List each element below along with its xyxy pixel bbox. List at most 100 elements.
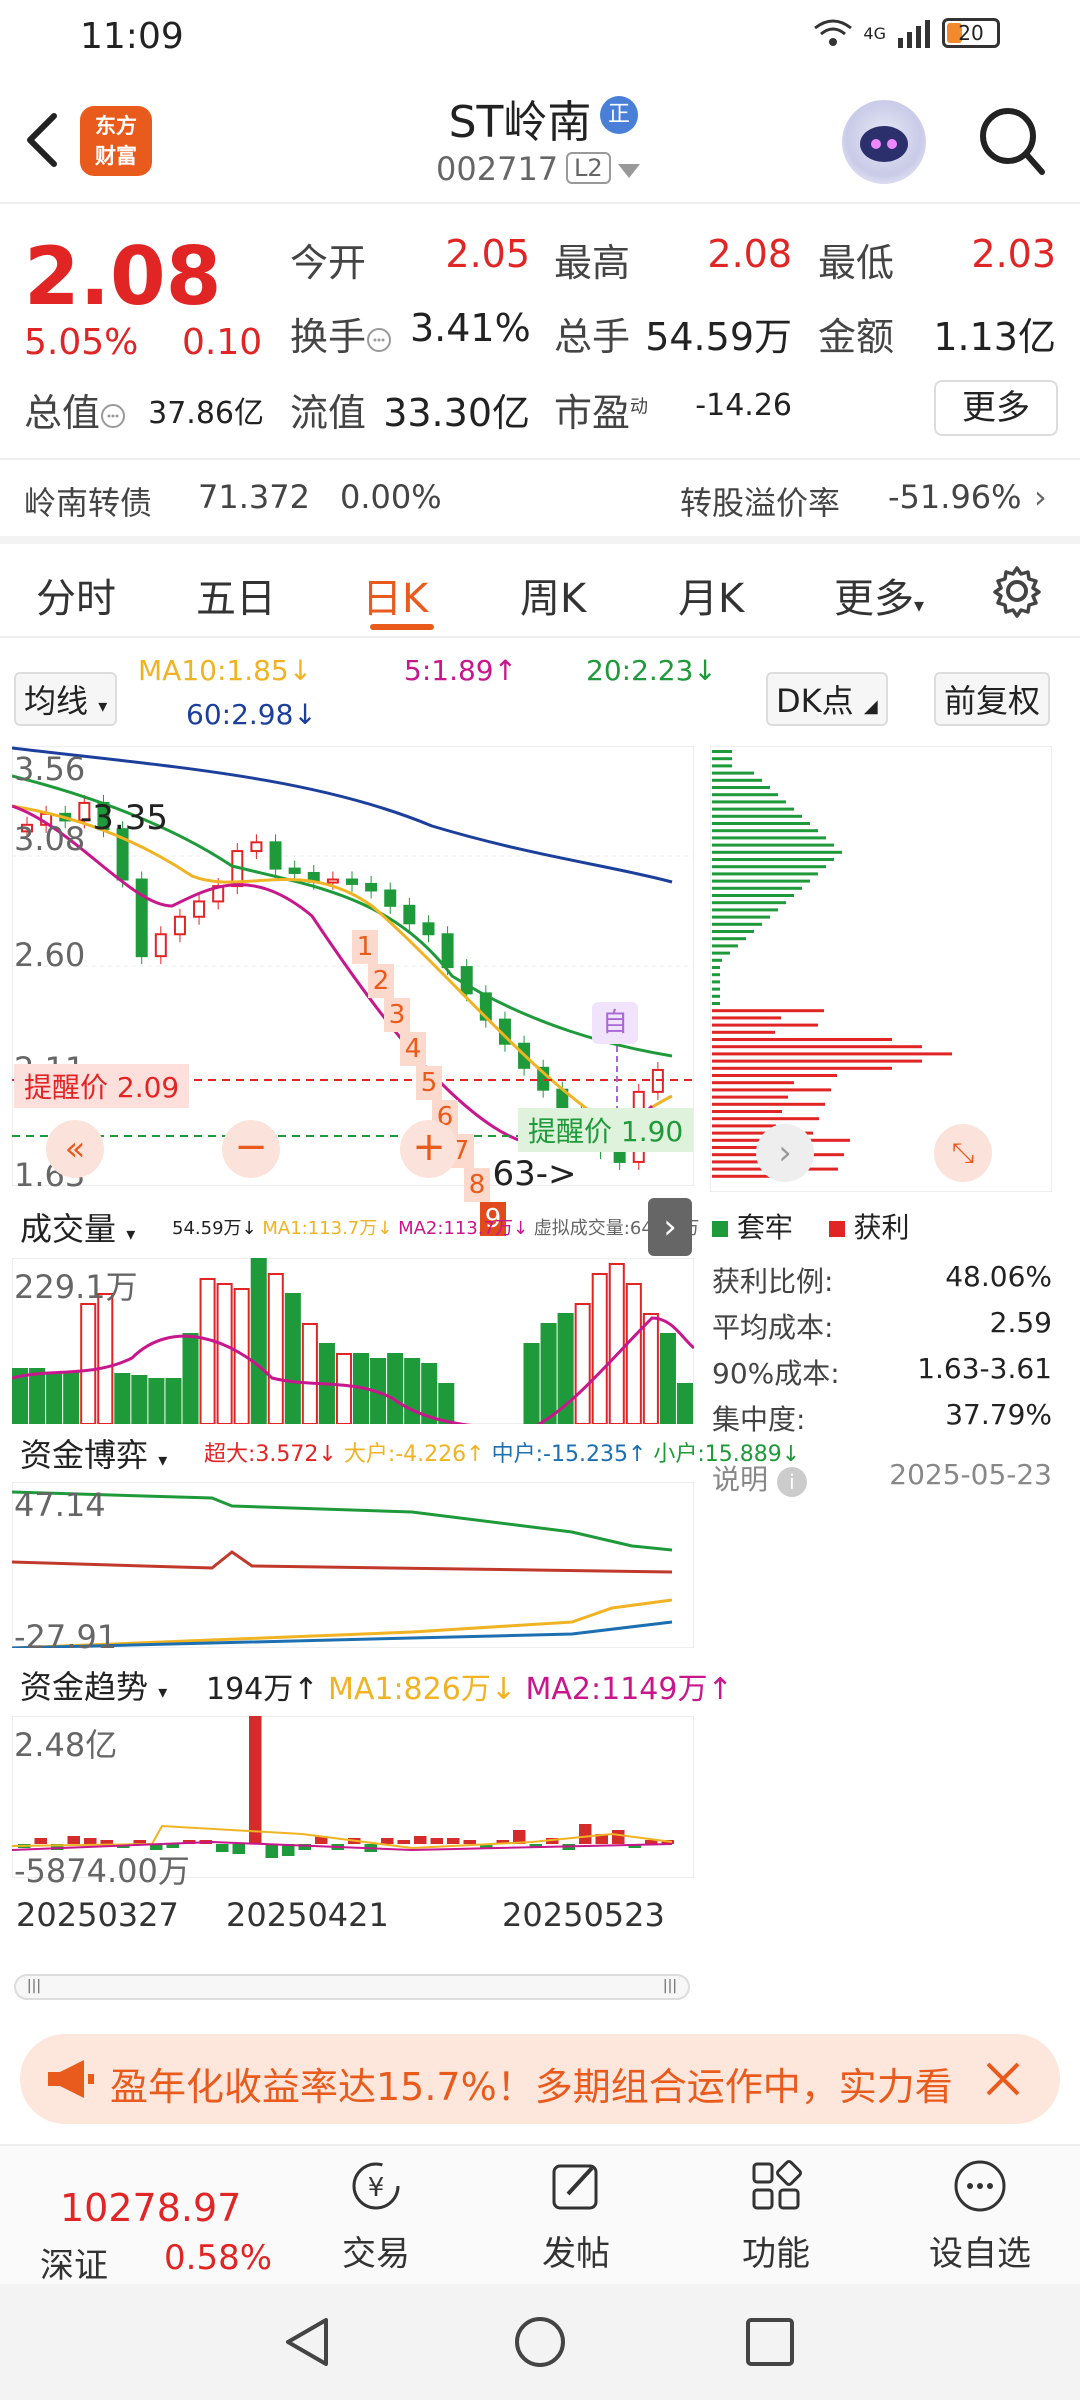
- info-icon: i: [776, 1467, 807, 1497]
- nav-functions[interactable]: 功能: [716, 2158, 836, 2275]
- level-badge[interactable]: L2: [566, 152, 611, 184]
- candle: [384, 889, 397, 907]
- y-label-1: 3.56: [14, 750, 86, 788]
- chip-bar: [712, 1016, 781, 1020]
- dk-point-select[interactable]: DK点 ◢: [766, 672, 888, 726]
- index-name[interactable]: 深证: [40, 2238, 108, 2287]
- fund-trend-bar: [265, 1844, 278, 1858]
- turnover-label[interactable]: 换手: [290, 306, 392, 361]
- search-icon[interactable]: [976, 102, 1048, 182]
- chip-next-button[interactable]: ›: [756, 1124, 814, 1182]
- high-label: 最高: [554, 241, 631, 285]
- stat-row: 获利比例: 48.06%: [712, 1260, 1052, 1298]
- nav-post[interactable]: 发帖: [516, 2158, 636, 2275]
- fund-trend-bar: [216, 1844, 229, 1852]
- tab-daily-k[interactable]: 日K: [362, 566, 428, 624]
- tab-weekly-k[interactable]: 周K: [520, 566, 586, 624]
- tab-monthly-k[interactable]: 月K: [678, 566, 744, 624]
- low-label: 最低: [818, 241, 895, 285]
- indicator-select[interactable]: 均线 ▾: [14, 672, 118, 726]
- close-icon[interactable]: [984, 2060, 1022, 2098]
- volume-bar: [250, 1258, 267, 1424]
- robot-assistant-avatar[interactable]: [842, 100, 926, 184]
- fund-trend-bar: [84, 1838, 97, 1844]
- chip-bar: [712, 886, 802, 890]
- volume-bar: [659, 1333, 676, 1424]
- candle: [193, 900, 206, 918]
- zheng-badge-icon: 正: [600, 96, 638, 134]
- chip-bar: [712, 973, 720, 977]
- candle: [269, 841, 282, 870]
- chip-distribution-chart[interactable]: [710, 746, 1052, 1192]
- chip-bar: [712, 1038, 892, 1041]
- nav-trade[interactable]: ¥ 交易: [316, 2158, 436, 2275]
- remind-price-upper[interactable]: 提醒价 2.09: [14, 1064, 190, 1108]
- tab-intraday[interactable]: 分时: [36, 566, 116, 624]
- volume-label: 总手: [554, 315, 631, 359]
- chip-bar: [712, 951, 730, 955]
- fund-trend-select[interactable]: 资金趋势 ▾: [12, 1660, 176, 1710]
- nav-add-watchlist[interactable]: 设自选: [920, 2158, 1040, 2275]
- volume-bar: [608, 1263, 625, 1424]
- chip-bar: [712, 843, 834, 847]
- ma20-label: 20:2.23↓: [586, 654, 717, 687]
- fund-game-select[interactable]: 资金博弈 ▾: [12, 1428, 176, 1478]
- candle: [365, 882, 378, 892]
- tab-more[interactable]: 更多▾: [834, 566, 924, 624]
- tab-five-day[interactable]: 五日: [196, 566, 276, 624]
- system-navigation-bar: [0, 2284, 1080, 2400]
- grid-icon: [752, 2160, 802, 2210]
- mcap-label[interactable]: 总值: [24, 382, 126, 437]
- volume-bar: [642, 1313, 659, 1424]
- index-pct[interactable]: 0.58%: [164, 2238, 272, 2278]
- chevron-right-icon[interactable]: ›: [1034, 478, 1047, 516]
- volume-bar: [591, 1273, 608, 1424]
- range-scrollbar[interactable]: ||| |||: [14, 1974, 690, 2000]
- network-type: 4G: [863, 23, 886, 43]
- chip-bar: [712, 1045, 922, 1049]
- chevron-down-icon[interactable]: [618, 164, 640, 178]
- volume-max-label: 229.1万: [14, 1268, 138, 1306]
- adjust-select[interactable]: 前复权: [934, 672, 1051, 726]
- back-triangle-icon[interactable]: [282, 2316, 332, 2368]
- zoom-in-button[interactable]: +: [400, 1120, 458, 1178]
- range-handle-left[interactable]: |||: [20, 1978, 48, 1996]
- stock-header: 东方 财富 ST岭南 正 002717 L2: [0, 72, 1080, 204]
- info-icon[interactable]: [100, 403, 126, 429]
- period-tabs: 分时 五日 日K 周K 月K 更多▾: [0, 544, 1080, 638]
- expand-icon[interactable]: ⤡: [934, 1124, 992, 1182]
- banner-text: 盈年化收益率达15.7%！多期组合运作中，实力看: [110, 2065, 953, 2109]
- fund-game-bottom: -27.91: [14, 1618, 118, 1656]
- change-amount: 0.10: [182, 322, 263, 363]
- info-icon[interactable]: [366, 327, 392, 353]
- index-value[interactable]: 10278.97: [60, 2186, 241, 2230]
- panel-expand-button[interactable]: ›: [648, 1198, 692, 1256]
- sequence-marker: 5: [416, 1066, 442, 1100]
- chip-bar: [712, 1030, 775, 1034]
- gear-icon[interactable]: [990, 564, 1044, 618]
- sequence-marker: 3: [384, 998, 410, 1032]
- zoom-out-button[interactable]: −: [222, 1120, 280, 1178]
- home-circle-icon[interactable]: [512, 2314, 568, 2370]
- open-label: 今开: [290, 241, 367, 285]
- range-handle-right[interactable]: |||: [656, 1978, 684, 1996]
- more-button[interactable]: 更多: [934, 380, 1058, 436]
- volume-select[interactable]: 成交量 ▾: [12, 1202, 144, 1252]
- chip-bar: [712, 764, 732, 768]
- volume-bar: [574, 1303, 591, 1424]
- chip-bar: [712, 915, 770, 919]
- chip-bar: [712, 908, 778, 912]
- chip-bar: [712, 944, 738, 948]
- chip-bar: [712, 1074, 837, 1077]
- recents-square-icon[interactable]: [744, 2316, 796, 2368]
- ma5-label: 5:1.89↑: [404, 654, 518, 687]
- scroll-left-button[interactable]: «: [46, 1120, 104, 1178]
- promo-banner[interactable]: 盈年化收益率达15.7%！多期组合运作中，实力看: [20, 2034, 1060, 2124]
- volume-value: 54.59万: [645, 315, 792, 359]
- chip-legend: 套牢 获利: [712, 1206, 909, 1246]
- self-mark[interactable]: 自: [592, 1002, 638, 1044]
- remind-price-lower[interactable]: 提醒价 1.90: [518, 1108, 694, 1152]
- date-label-3: 20250523: [502, 1896, 665, 1934]
- svg-text:¥: ¥: [368, 2173, 385, 2203]
- chip-bar: [712, 814, 802, 818]
